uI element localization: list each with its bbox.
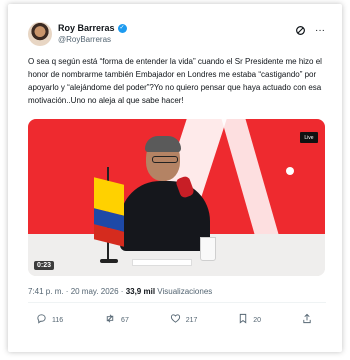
like-count: 217 bbox=[185, 316, 198, 324]
verified-badge-icon: ✓ bbox=[117, 23, 127, 33]
tweet-meta: 7:41 p. m. · 20 may. 2026 · 33,9 mil Vis… bbox=[28, 287, 212, 296]
meta-separator: · bbox=[118, 287, 126, 296]
header-actions: ··· bbox=[294, 24, 326, 36]
heart-icon bbox=[170, 313, 181, 327]
author-name-row: Roy Barreras ✓ bbox=[58, 23, 127, 33]
reply-count: 116 bbox=[52, 316, 64, 324]
video-frame-flag-base bbox=[100, 259, 118, 263]
grok-icon[interactable] bbox=[294, 24, 306, 36]
views-label: Visualizaciones bbox=[157, 287, 213, 296]
meta-separator: · bbox=[63, 287, 71, 296]
video-frame-person-hair bbox=[145, 136, 181, 152]
tweet-header: Roy Barreras ✓ @RoyBarreras ··· bbox=[28, 20, 326, 50]
tweet-date[interactable]: 20 may. 2026 bbox=[71, 287, 119, 296]
video-frame-flag bbox=[94, 177, 124, 247]
tweet-text: O sea q según está “forma de entender la… bbox=[28, 57, 322, 105]
more-icon[interactable]: ··· bbox=[314, 24, 326, 36]
repost-count: 67 bbox=[121, 316, 129, 324]
avatar[interactable] bbox=[28, 22, 52, 46]
reply-button[interactable]: 116 bbox=[36, 313, 63, 327]
video-duration: 0:23 bbox=[34, 261, 55, 270]
live-badge: Live bbox=[300, 132, 318, 143]
bookmark-count: 20 bbox=[253, 316, 262, 324]
share-button[interactable] bbox=[302, 313, 312, 327]
video-frame-person bbox=[120, 181, 210, 251]
bookmark-icon bbox=[238, 313, 248, 327]
tweet-time[interactable]: 7:41 p. m. bbox=[28, 287, 64, 296]
tweet-actions: 116 67 217 20 bbox=[36, 313, 312, 327]
repost-icon bbox=[104, 313, 116, 327]
bookmark-button[interactable]: 20 bbox=[238, 313, 261, 327]
repost-button[interactable]: 67 bbox=[104, 313, 129, 327]
author-handle[interactable]: @RoyBarreras bbox=[58, 35, 111, 44]
video-frame-papers bbox=[132, 259, 192, 266]
video-player[interactable]: Live 0:23 bbox=[28, 119, 325, 276]
tweet-card: Roy Barreras ✓ @RoyBarreras ··· O sea q … bbox=[8, 4, 342, 352]
video-frame-glasses bbox=[152, 156, 178, 163]
video-frame-cup bbox=[200, 237, 216, 261]
video-frame-decor bbox=[286, 167, 294, 175]
share-icon bbox=[302, 313, 312, 327]
author-name[interactable]: Roy Barreras bbox=[58, 23, 115, 33]
divider bbox=[28, 302, 326, 303]
reply-icon bbox=[36, 313, 47, 327]
views-count: 33,9 mil bbox=[125, 287, 156, 296]
like-button[interactable]: 217 bbox=[170, 313, 198, 327]
